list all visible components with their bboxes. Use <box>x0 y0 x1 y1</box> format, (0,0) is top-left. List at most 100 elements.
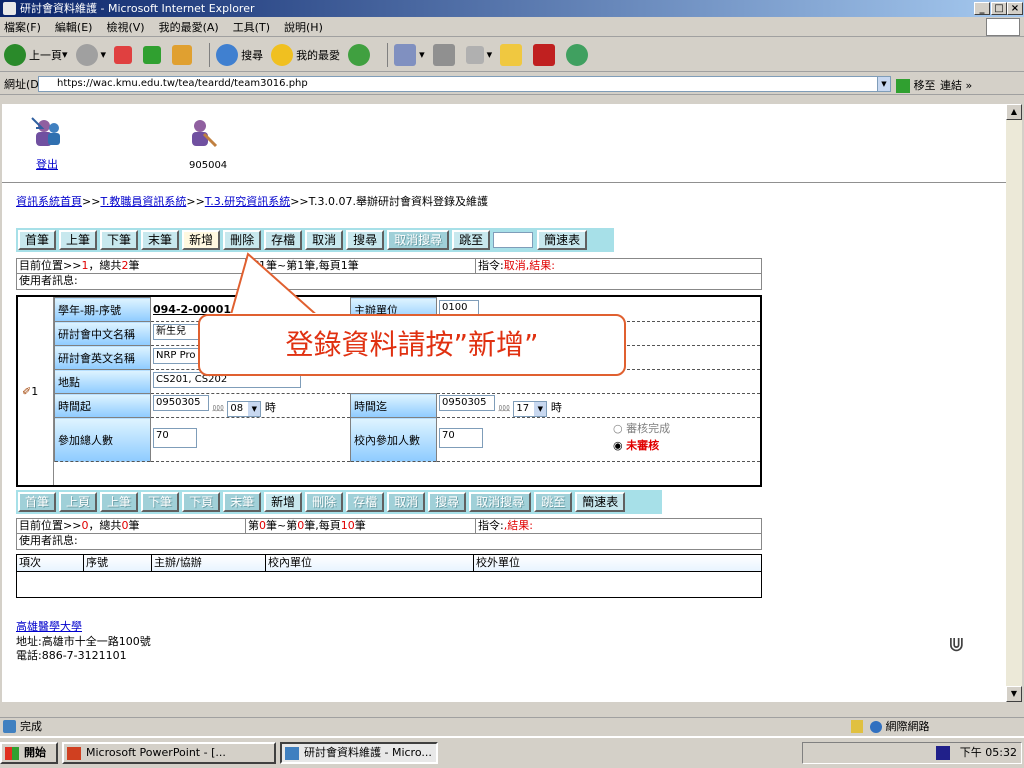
addon-button[interactable] <box>533 43 558 66</box>
save-detail-button[interactable]: 存檔 <box>346 492 385 512</box>
end-date-input[interactable]: 0950305 <box>439 394 495 411</box>
address-input[interactable]: https://wac.kmu.edu.tw/tea/teardd/team30… <box>38 76 878 92</box>
minimize-button[interactable]: _ <box>974 2 990 15</box>
taskbar-ie[interactable]: 研討會資料維護 - Micro... <box>280 742 438 764</box>
menu-view[interactable]: 檢視(V) <box>106 19 144 35</box>
menu-edit[interactable]: 編輯(E) <box>55 19 93 35</box>
callout-box: 登錄資料請按”新增” <box>198 314 626 376</box>
first-page-button[interactable]: 首筆 <box>18 492 57 512</box>
signature-logo-icon: ⋓ <box>948 632 965 656</box>
logout-link[interactable]: 登出 <box>36 156 58 172</box>
breadcrumb-research-system[interactable]: T.3.研究資訊系統 <box>205 195 290 208</box>
search-detail-button[interactable]: 搜尋 <box>428 492 467 512</box>
cancel-search-detail-button[interactable]: 取消搜尋 <box>469 492 532 512</box>
system-tray: 下午 05:32 <box>802 742 1022 764</box>
save-button[interactable]: 存檔 <box>264 230 303 250</box>
quick-table-button[interactable]: 簡速表 <box>537 230 588 250</box>
refresh-button[interactable] <box>143 45 164 64</box>
stop-button[interactable] <box>114 45 135 64</box>
goto-input[interactable] <box>493 232 534 248</box>
start-time-label: 時間起 <box>54 393 151 418</box>
prev-detail-button[interactable]: 上筆 <box>100 492 139 512</box>
print-button[interactable] <box>432 43 458 66</box>
vertical-scrollbar[interactable]: ▲ ▼ <box>1006 104 1022 702</box>
add-detail-button[interactable]: 新增 <box>264 492 303 512</box>
total-participants-label: 參加總人數 <box>54 417 151 462</box>
cancel-search-button[interactable]: 取消搜尋 <box>387 230 450 250</box>
menu-help[interactable]: 說明(H) <box>284 19 323 35</box>
goto-detail-button[interactable]: 跳至 <box>534 492 573 512</box>
menu-tools[interactable]: 工具(T) <box>233 19 270 35</box>
first-record-button[interactable]: 首筆 <box>18 230 57 250</box>
review-status-group: ○ 審核完成 ◉ 未審核 <box>613 420 670 454</box>
go-button[interactable]: 移至 <box>896 77 936 93</box>
cancel-detail-button[interactable]: 取消 <box>387 492 426 512</box>
quick-table-detail-button[interactable]: 簡速表 <box>575 492 626 512</box>
detail-command-status: 指令:,結果: <box>475 519 761 533</box>
review-done-radio[interactable]: ○ 審核完成 <box>613 420 670 437</box>
last-detail-button[interactable]: 末筆 <box>223 492 262 512</box>
footer-org-link[interactable]: 高雄醫學大學 <box>16 618 82 634</box>
breadcrumb-home[interactable]: 資訊系統首頁 <box>16 195 82 208</box>
powerpoint-icon <box>67 747 81 760</box>
scroll-down-button[interactable]: ▼ <box>1006 686 1022 702</box>
end-hour-select[interactable]: 17 <box>513 400 548 417</box>
logout-icon[interactable] <box>30 116 64 150</box>
start-date-input[interactable]: 0950305 <box>153 394 209 411</box>
detail-user-message-row: 使用者訊息: <box>16 534 762 550</box>
page-done-icon <box>3 720 16 733</box>
search-button[interactable]: 搜尋 <box>216 43 263 66</box>
lock-icon <box>851 720 863 733</box>
inner-participants-input[interactable]: 70 <box>439 428 483 448</box>
chinese-name-label: 研討會中文名稱 <box>54 321 151 346</box>
goto-button[interactable]: 跳至 <box>452 230 491 250</box>
close-button[interactable]: × <box>1007 2 1023 15</box>
stop-icon <box>114 45 133 64</box>
history-button[interactable] <box>348 43 373 66</box>
last-record-button[interactable]: 末筆 <box>141 230 180 250</box>
forward-button[interactable]: ▾ <box>75 43 106 66</box>
address-dropdown-button[interactable]: ▼ <box>877 76 891 92</box>
folder-button[interactable] <box>500 43 525 66</box>
prev-page-button[interactable]: 上頁 <box>59 492 98 512</box>
next-record-button[interactable]: 下筆 <box>100 230 139 250</box>
messenger-icon <box>566 43 589 66</box>
calendar-icon[interactable]: ⅏ <box>499 401 510 414</box>
next-page-button[interactable]: 下頁 <box>182 492 221 512</box>
next-detail-button[interactable]: 下筆 <box>141 492 180 512</box>
menu-favorites[interactable]: 我的最愛(A) <box>159 19 219 35</box>
home-button[interactable] <box>172 44 195 65</box>
inner-participants-label: 校內參加人數 <box>350 417 437 462</box>
messenger-button[interactable] <box>566 43 591 66</box>
mail-button[interactable]: ▾ <box>394 43 425 66</box>
delete-button[interactable]: 刪除 <box>223 230 262 250</box>
favorites-button[interactable]: 我的最愛 <box>271 43 340 66</box>
english-name-label: 研討會英文名稱 <box>54 345 151 370</box>
breadcrumb-staff-system[interactable]: T.教職員資訊系統 <box>100 195 186 208</box>
back-button[interactable]: 上一頁 ▾ <box>4 43 68 66</box>
scroll-up-button[interactable]: ▲ <box>1006 104 1022 120</box>
maximize-button[interactable]: □ <box>991 2 1007 15</box>
detail-table-header: 項次 序號 主辦/協辦 校內單位 校外單位 <box>16 554 762 572</box>
taskbar-powerpoint[interactable]: Microsoft PowerPoint - [... <box>62 742 276 764</box>
cancel-button[interactable]: 取消 <box>305 230 344 250</box>
star-icon <box>271 43 294 66</box>
detail-table-body <box>16 572 762 598</box>
edit-button[interactable]: ▾ <box>465 45 492 64</box>
delete-detail-button[interactable]: 刪除 <box>305 492 344 512</box>
prev-record-button[interactable]: 上筆 <box>59 230 98 250</box>
menu-file[interactable]: 檔案(F) <box>4 19 41 35</box>
ime-icon[interactable] <box>936 746 951 760</box>
start-button[interactable]: 開始 <box>0 742 58 764</box>
total-participants-input[interactable]: 70 <box>153 428 197 448</box>
breadcrumb: 資訊系統首頁>>T.教職員資訊系統>>T.3.研究資訊系統>>T.3.0.07.… <box>16 195 489 208</box>
add-button[interactable]: 新增 <box>182 230 221 250</box>
start-hour-select[interactable]: 08 <box>227 400 262 417</box>
links-button[interactable]: 連結 » <box>940 77 972 93</box>
detail-page-info: 第0筆~第0筆,每頁10筆 <box>245 519 475 533</box>
mail-icon <box>394 43 417 66</box>
not-reviewed-radio[interactable]: ◉ 未審核 <box>613 437 670 454</box>
search-button[interactable]: 搜尋 <box>346 230 385 250</box>
calendar-icon[interactable]: ⅏ <box>213 401 224 414</box>
home-icon <box>172 44 193 65</box>
